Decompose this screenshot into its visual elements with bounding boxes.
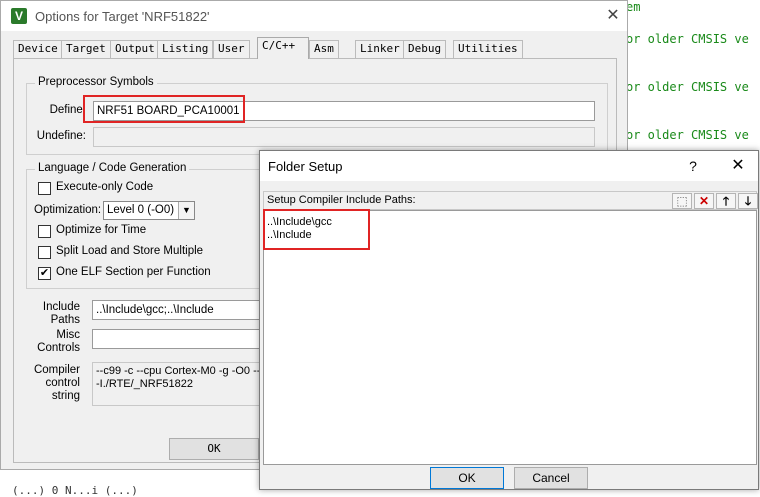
define-label: Define:	[49, 104, 86, 116]
preprocessor-group-title: Preprocessor Symbols	[35, 76, 157, 88]
chevron-down-icon[interactable]: ▼	[178, 202, 194, 219]
tab-utilities[interactable]: Utilities	[453, 40, 523, 58]
tab-debug[interactable]: Debug	[403, 40, 447, 58]
tab-linker[interactable]: Linker	[355, 40, 405, 58]
compiler-control-label-line: string	[51, 390, 80, 402]
folder-cancel-button[interactable]: Cancel	[514, 467, 588, 489]
tab-device[interactable]: Device	[13, 40, 63, 58]
folder-setup-titlebar[interactable]: Folder Setup ? ✕	[260, 151, 758, 181]
tab-asm[interactable]: Asm	[309, 40, 339, 58]
execute-only-checkbox[interactable]	[38, 182, 51, 195]
execute-only-label[interactable]: Execute-only Code	[56, 181, 153, 193]
folder-setup-title: Folder Setup	[268, 159, 343, 174]
misc-controls-label-line: Misc	[56, 329, 80, 341]
one-elf-checkbox[interactable]: ✔	[38, 267, 51, 280]
help-icon[interactable]: ?	[683, 155, 703, 177]
one-elf-label[interactable]: One ELF Section per Function	[56, 266, 211, 278]
optimize-time-label[interactable]: Optimize for Time	[56, 224, 146, 236]
list-item[interactable]: ..\Include\gcc	[267, 216, 332, 228]
define-field[interactable]: NRF51 BOARD_PCA10001	[93, 101, 595, 121]
include-paths-list[interactable]: ..\Include\gcc ..\Include	[263, 210, 757, 465]
split-load-label[interactable]: Split Load and Store Multiple	[56, 245, 203, 257]
undefine-field[interactable]	[93, 127, 595, 147]
optimize-time-checkbox[interactable]	[38, 225, 51, 238]
split-load-checkbox[interactable]	[38, 246, 51, 259]
optimization-value: Level 0 (-O0)	[107, 204, 175, 216]
include-paths-header-label: Setup Compiler Include Paths:	[267, 194, 416, 206]
folder-setup-dialog: Folder Setup ? ✕ Setup Compiler Include …	[259, 150, 759, 490]
close-icon[interactable]: ✕	[601, 5, 625, 27]
close-icon[interactable]: ✕	[726, 155, 750, 177]
compiler-control-label: Compiler control string	[28, 364, 80, 403]
include-paths-header: Setup Compiler Include Paths: ⬚ ✕ 🡑 🡓	[263, 191, 758, 210]
tab-listing[interactable]: Listing	[157, 40, 214, 58]
options-titlebar[interactable]: V Options for Target 'NRF51822' ✕	[1, 1, 627, 31]
list-item[interactable]: ..\Include	[267, 229, 312, 241]
misc-controls-label: Misc Controls	[28, 329, 80, 355]
code-line: (...) 0 N...i (...)	[12, 484, 138, 497]
misc-controls-label-line: Controls	[37, 342, 80, 354]
move-up-icon[interactable]: 🡑	[716, 193, 736, 209]
include-paths-label-line: Include	[42, 301, 80, 313]
language-group-title: Language / Code Generation	[35, 162, 190, 174]
include-paths-label-line: Paths	[50, 314, 80, 326]
move-down-icon[interactable]: 🡓	[738, 193, 758, 209]
tab-target[interactable]: Target	[61, 40, 111, 58]
optimization-label: Optimization:	[34, 204, 102, 216]
delete-icon[interactable]: ✕	[694, 193, 714, 209]
code-line: em	[626, 0, 641, 14]
new-folder-icon[interactable]: ⬚	[672, 193, 692, 209]
tab-c-cpp[interactable]: C/C++	[257, 37, 309, 59]
checkmark-icon: ✔	[39, 267, 50, 279]
code-line: or older CMSIS ve	[626, 128, 749, 142]
undefine-label: Undefine:	[36, 130, 86, 142]
compiler-control-label-line: control	[45, 377, 80, 389]
options-title: Options for Target 'NRF51822'	[35, 9, 210, 24]
code-line: or older CMSIS ve	[626, 32, 749, 46]
code-line: or older CMSIS ve	[626, 80, 749, 94]
include-paths-label: Include Paths	[28, 301, 80, 327]
folder-ok-button[interactable]: OK	[430, 467, 504, 489]
tab-user[interactable]: User	[213, 40, 250, 58]
keil-app-icon: V	[11, 8, 27, 24]
optimization-select[interactable]: Level 0 (-O0) ▼	[103, 201, 195, 220]
compiler-control-label-line: Compiler	[33, 364, 80, 376]
tab-output[interactable]: Output	[110, 40, 160, 58]
ok-button[interactable]: OK	[169, 438, 259, 460]
